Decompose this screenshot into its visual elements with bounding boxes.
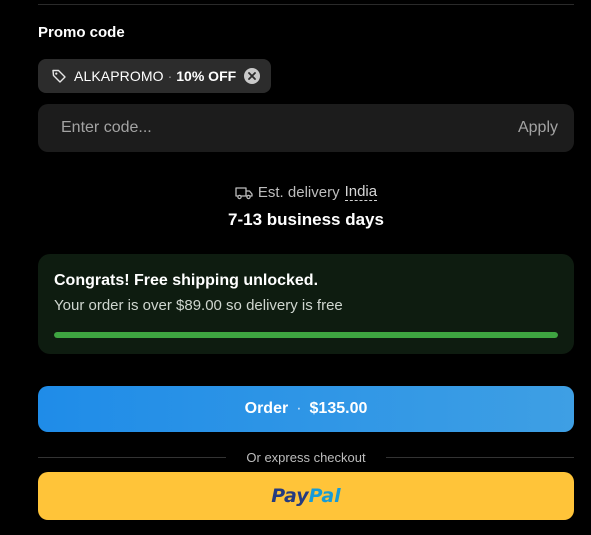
tag-icon xyxy=(51,68,67,84)
paypal-button[interactable]: PayPal xyxy=(38,472,574,520)
close-icon xyxy=(248,72,257,80)
paypal-logo-pay: Pay xyxy=(271,485,309,507)
express-checkout-divider: Or express checkout xyxy=(38,448,574,466)
delivery-estimate-row: Est. delivery India xyxy=(0,184,591,201)
applied-promo-separator: · xyxy=(167,68,173,84)
remove-promo-button[interactable] xyxy=(244,68,261,84)
applied-promo-code: ALKAPROMO xyxy=(74,68,164,84)
truck-icon xyxy=(235,186,253,200)
free-shipping-card: Congrats! Free shipping unlocked. Your o… xyxy=(38,254,574,354)
divider-line-right xyxy=(385,456,574,458)
promo-code-label: Promo code xyxy=(38,24,125,41)
free-shipping-subtitle: Your order is over $89.00 so delivery is… xyxy=(54,297,343,314)
delivery-prefix: Est. delivery xyxy=(257,184,340,201)
delivery-country-link[interactable]: India xyxy=(344,184,378,201)
order-button[interactable]: Order · $135.00 xyxy=(38,386,574,432)
free-shipping-progress-bar xyxy=(54,332,558,338)
paypal-logo: PayPal xyxy=(271,485,340,507)
applied-promo-tag: ALKAPROMO · 10% OFF xyxy=(38,59,272,93)
top-divider xyxy=(38,4,574,5)
order-amount: $135.00 xyxy=(309,400,368,417)
delivery-days: 7-13 business days xyxy=(228,210,384,229)
promo-code-field: Apply xyxy=(38,104,574,152)
order-separator: · xyxy=(296,400,302,417)
apply-promo-button[interactable]: Apply xyxy=(518,119,558,137)
promo-code-input[interactable] xyxy=(59,118,518,138)
express-checkout-text: Or express checkout xyxy=(246,449,366,465)
order-label: Order xyxy=(244,400,289,417)
applied-promo-discount: 10% OFF xyxy=(176,68,237,84)
free-shipping-progress-fill xyxy=(54,332,558,338)
free-shipping-title: Congrats! Free shipping unlocked. xyxy=(54,272,319,289)
divider-line-left xyxy=(38,456,227,458)
paypal-logo-pal: Pal xyxy=(308,485,341,507)
